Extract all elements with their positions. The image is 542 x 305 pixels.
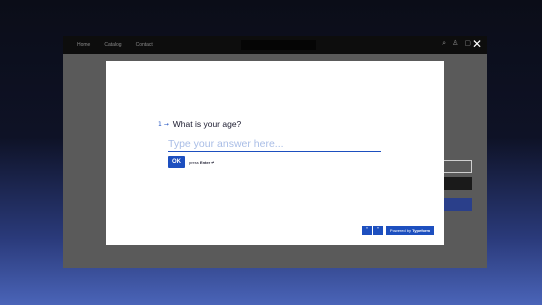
nav-contact[interactable]: Contact — [136, 42, 153, 48]
ok-button[interactable]: OK — [168, 156, 185, 168]
background-blue-button — [443, 198, 472, 211]
typeform-modal: 1 → What is your age? OK press Enter ↵ ˄… — [106, 61, 444, 245]
powered-prefix: Powered by — [389, 228, 412, 233]
nav-catalog[interactable]: Catalog — [104, 42, 121, 48]
question-text: What is your age? — [172, 119, 242, 129]
press-enter-hint: press Enter ↵ — [189, 160, 215, 165]
powered-brand: Typeform — [412, 228, 431, 233]
chevron-down-icon[interactable]: ˅ — [373, 226, 383, 235]
site-logo-bar — [241, 40, 316, 50]
site-header: Home Catalog Contact ⌕ ♙ ▢ — [63, 36, 487, 54]
hint-prefix: press — [189, 159, 199, 165]
chevron-up-icon[interactable]: ˄ — [362, 226, 372, 235]
powered-by-typeform-button[interactable]: Powered by Typeform — [386, 226, 434, 235]
cart-icon[interactable]: ▢ — [464, 39, 471, 49]
close-icon[interactable]: ✕ — [471, 38, 483, 50]
header-icons: ⌕ ♙ ▢ — [442, 39, 471, 49]
question-nav: ˄ ˅ — [362, 226, 383, 235]
question-number-arrow-icon: 1 → — [158, 120, 169, 128]
search-icon[interactable]: ⌕ — [442, 39, 446, 49]
answer-input[interactable] — [168, 137, 381, 152]
background-dark-button — [443, 177, 472, 190]
question-row: 1 → What is your age? — [158, 119, 241, 129]
user-icon[interactable]: ♙ — [452, 39, 458, 49]
ok-row: OK press Enter ↵ — [168, 156, 215, 168]
hint-key: Enter ↵ — [199, 159, 215, 165]
background-input-field — [443, 160, 472, 173]
nav-home[interactable]: Home — [77, 42, 90, 48]
